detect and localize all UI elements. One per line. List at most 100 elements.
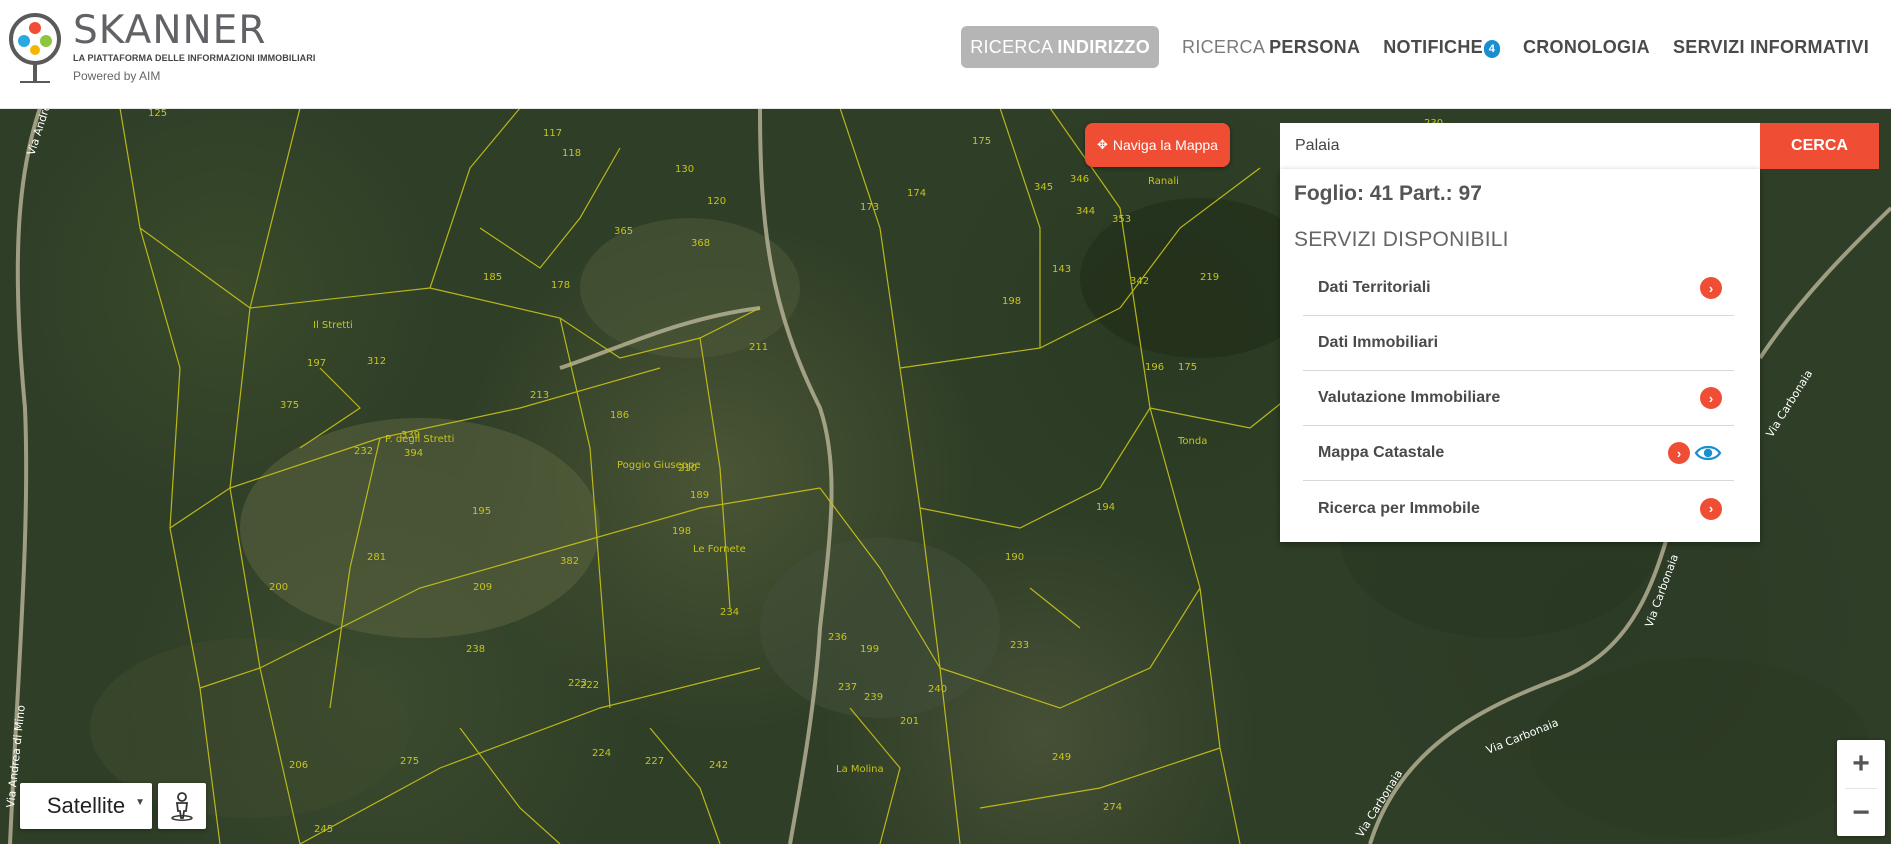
parcel-number: 130	[675, 164, 694, 175]
nav-ricerca-indirizzo[interactable]: RICERCA INDIRIZZO	[961, 26, 1160, 68]
parcel-number: 236	[828, 632, 847, 643]
road-label: Via Carbonaia	[1764, 368, 1816, 440]
parcel-title: Foglio: 41 Part.: 97	[1294, 182, 1482, 205]
notification-count-badge: 4	[1483, 40, 1500, 58]
parcel-number: 120	[707, 196, 726, 207]
parcel-number: 233	[1010, 640, 1029, 651]
parcel-number: 281	[367, 552, 386, 563]
chevron-right-icon[interactable]: ›	[1700, 387, 1722, 409]
map-type-select[interactable]: Satellite ▼	[20, 783, 152, 829]
parcel-number: 238	[466, 644, 485, 655]
place-label: Il Stretti	[313, 320, 353, 331]
brand-tagline: LA PIATTAFORMA DELLE INFORMAZIONI IMMOBI…	[73, 53, 316, 63]
nav-cronologia[interactable]: CRONOLOGIA	[1523, 26, 1650, 68]
parcel-number: 185	[483, 272, 502, 283]
service-label: Dati Immobiliari	[1318, 334, 1439, 351]
nav-ricerca-persona[interactable]: RICERCA PERSONA	[1182, 26, 1360, 68]
services-list: Dati Territoriali › Dati Immobiliari Val…	[1303, 261, 1734, 536]
parcel-number: 173	[860, 202, 879, 213]
cerca-button[interactable]: CERCA	[1760, 123, 1879, 169]
service-icons: ›	[1700, 277, 1722, 299]
service-item-dati-territoriali[interactable]: Dati Territoriali ›	[1303, 261, 1734, 316]
parcel-number: 219	[1200, 272, 1219, 283]
parcel-number: 365	[614, 226, 633, 237]
parcel-number: 211	[749, 342, 768, 353]
place-label: P. degli Stretti	[385, 434, 454, 445]
place-label: Le Fornete	[693, 544, 746, 555]
service-item-ricerca-per-immobile[interactable]: Ricerca per Immobile ›	[1303, 481, 1734, 536]
parcel-number: 143	[1052, 264, 1071, 275]
service-icons: ›	[1700, 387, 1722, 409]
naviga-mappa-button[interactable]: ✥ Naviga la Mappa	[1085, 123, 1230, 167]
parcel-number: 245	[314, 824, 333, 835]
place-label: Poggio Giuseppe	[617, 460, 701, 471]
main-nav: RICERCA INDIRIZZO RICERCA PERSONA NOTIFI…	[961, 25, 1869, 69]
parcel-number: 223	[568, 678, 587, 689]
parcel-number: 237	[838, 682, 857, 693]
brand[interactable]: SKANNER LA PIATTAFORMA DELLE INFORMAZION…	[73, 10, 316, 84]
eye-icon[interactable]	[1694, 443, 1722, 463]
service-label: Dati Territoriali	[1318, 279, 1431, 296]
parcel-number: 200	[269, 582, 288, 593]
parcel-number: 275	[400, 756, 419, 767]
parcel-number: 274	[1103, 802, 1122, 813]
service-label: Valutazione Immobiliare	[1318, 389, 1501, 406]
nav-label-bold: PERSONA	[1269, 36, 1361, 57]
app-header: SKANNER LA PIATTAFORMA DELLE INFORMAZION…	[0, 0, 1891, 109]
street-view-pegman[interactable]	[158, 783, 206, 829]
chevron-right-icon[interactable]: ›	[1700, 277, 1722, 299]
service-item-valutazione-immobiliare[interactable]: Valutazione Immobiliare ›	[1303, 371, 1734, 426]
parcel-number: 232	[354, 446, 373, 457]
parcel-number: 198	[672, 526, 691, 537]
parcel-number: 240	[928, 684, 947, 695]
address-search-input[interactable]	[1280, 123, 1760, 169]
parcel-number: 394	[404, 448, 423, 459]
place-label: Ranali	[1148, 176, 1179, 187]
nav-label-bold: SERVIZI INFORMATIVI	[1672, 36, 1869, 57]
nav-label-light: RICERCA	[970, 36, 1054, 57]
services-heading: SERVIZI DISPONIBILI	[1294, 228, 1509, 251]
place-label: Tonda	[1177, 436, 1207, 447]
nav-notifiche[interactable]: NOTIFICHE 4	[1383, 26, 1500, 68]
nav-label-bold: CRONOLOGIA	[1522, 36, 1650, 57]
brand-powered-by: Powered by AIM	[73, 69, 161, 83]
parcel-number: 224	[592, 748, 611, 759]
nav-label-bold: NOTIFICHE	[1383, 36, 1483, 57]
parcel-number: 346	[1070, 174, 1089, 185]
pegman-icon	[171, 792, 193, 821]
parcel-number: 175	[1178, 362, 1197, 373]
nav-servizi-informativi[interactable]: SERVIZI INFORMATIVI	[1673, 26, 1869, 68]
parcel-number: 199	[860, 644, 879, 655]
service-icons: ›	[1700, 497, 1722, 520]
zoom-in-button[interactable]: +	[1837, 740, 1885, 788]
zoom-control: + −	[1837, 740, 1885, 836]
parcel-number: 174	[907, 188, 926, 199]
service-label: Ricerca per Immobile	[1318, 499, 1480, 517]
results-panel: Foglio: 41 Part.: 97 SERVIZI DISPONIBILI…	[1280, 169, 1760, 542]
service-item-mappa-catastale[interactable]: Mappa Catastale ›	[1303, 426, 1734, 481]
parcel-number: 190	[1005, 552, 1024, 563]
parcel-number: 239	[864, 692, 883, 703]
naviga-mappa-label: Naviga la Mappa	[1112, 137, 1218, 153]
nav-label-light: RICERCA	[1182, 36, 1266, 57]
parcel-number: 118	[562, 148, 581, 159]
zoom-out-button[interactable]: −	[1837, 789, 1885, 837]
parcel-number: 209	[473, 582, 492, 593]
service-item-dati-immobiliari[interactable]: Dati Immobiliari	[1303, 316, 1734, 371]
service-label: Mappa Catastale	[1318, 444, 1445, 461]
parcel-number: 353	[1112, 214, 1131, 225]
parcel-number: 249	[1052, 752, 1071, 763]
parcel-number: 375	[280, 400, 299, 411]
chevron-right-icon[interactable]: ›	[1668, 442, 1690, 464]
move-crosshair-icon: ✥	[1097, 137, 1108, 152]
parcel-number: 186	[610, 410, 629, 421]
parcel-number: 189	[690, 490, 709, 501]
parcel-number: 197	[307, 358, 326, 369]
parcel-number: 344	[1076, 206, 1095, 217]
parcel-number: 178	[551, 280, 570, 291]
parcel-number: 175	[972, 136, 991, 147]
road-label: Via Carbonaia	[1354, 768, 1406, 840]
chevron-right-icon[interactable]: ›	[1700, 497, 1722, 520]
parcel-number: 213	[530, 390, 549, 401]
search-box	[1280, 123, 1760, 169]
